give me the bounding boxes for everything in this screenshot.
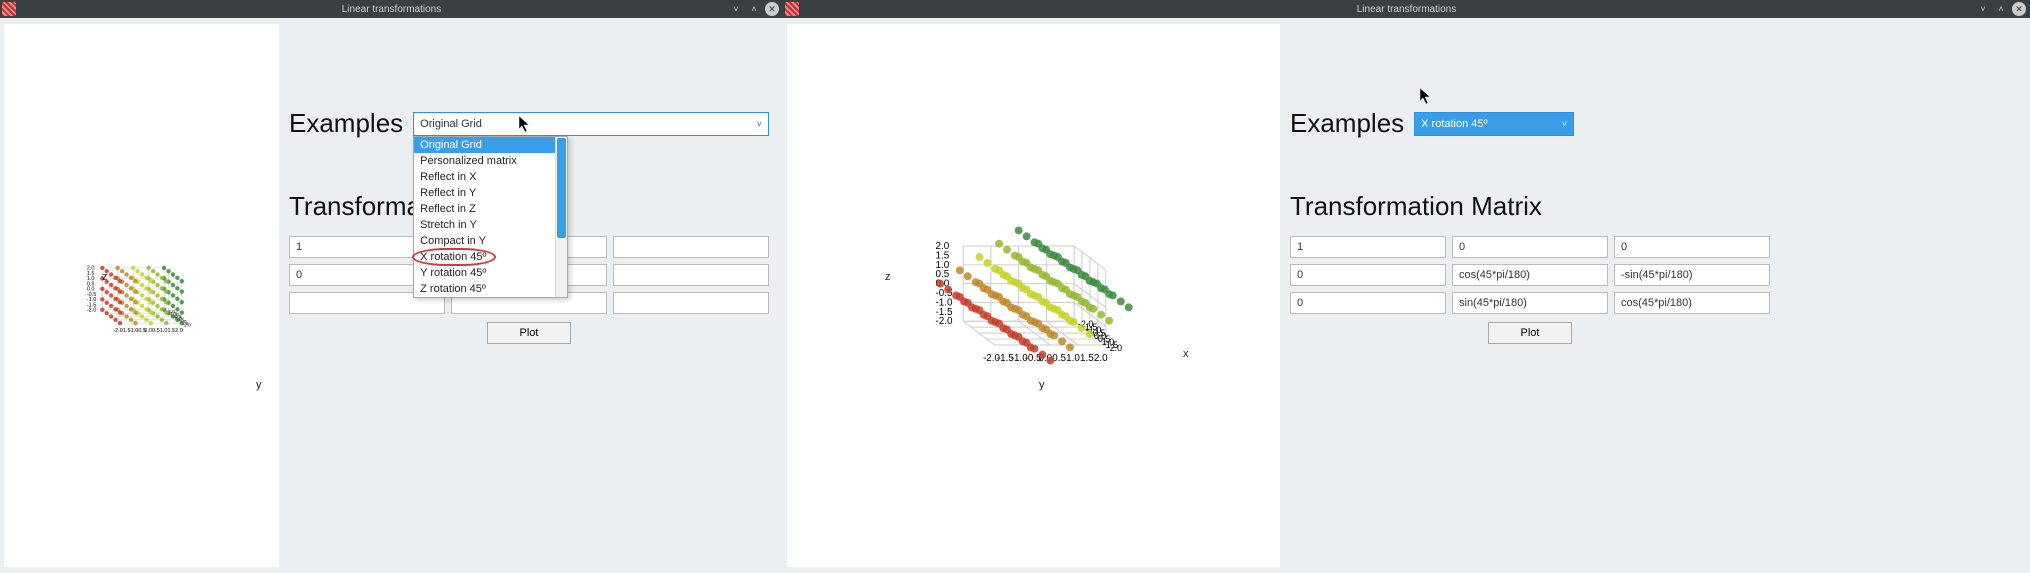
dropdown-option[interactable]: Reflect in Z (414, 201, 555, 217)
control-panel: Examples Original Grid ˅ Original GridPe… (279, 18, 783, 573)
x-axis-label: x (1183, 348, 1189, 360)
examples-heading: Examples (289, 108, 403, 139)
matrix-cell-2-1[interactable] (1452, 292, 1608, 314)
minimize-button[interactable]: ˅ (1976, 2, 1990, 16)
close-button[interactable]: ✕ (2012, 2, 2026, 16)
plot-panel: 2.01.51.00.50.0-0.5-1.0-1.5-2.0-2.0-1.5-… (4, 24, 279, 567)
z-axis-label: z (885, 271, 891, 283)
plot-panel: 2.01.51.00.50.0-0.5-1.0-1.5-2.0-2.0-1.5-… (787, 24, 1280, 567)
svg-text:-2.0: -2.0 (87, 308, 97, 314)
app-icon (2, 2, 16, 16)
svg-text:1.5: 1.5 (167, 328, 175, 334)
svg-text:0.0: 0.0 (144, 328, 152, 334)
examples-dropdown-list[interactable]: Original GridPersonalized matrixReflect … (413, 136, 568, 298)
svg-text:-2.0: -2.0 (935, 316, 953, 327)
matrix-cell-2-2[interactable] (613, 292, 769, 314)
svg-text:0.5: 0.5 (1052, 353, 1066, 364)
svg-text:1.0: 1.0 (1066, 353, 1080, 364)
svg-text:2.0: 2.0 (1094, 353, 1108, 364)
svg-text:2.0: 2.0 (1110, 343, 1122, 353)
examples-heading: Examples (1290, 108, 1404, 139)
matrix-cell-1-1[interactable] (1452, 264, 1608, 286)
dropdown-option[interactable]: X rotation 45º (414, 249, 555, 265)
scatter-3d-original[interactable]: 2.01.51.00.50.0-0.5-1.0-1.5-2.0-2.0-1.5-… (4, 24, 279, 567)
y-axis-label: y (256, 379, 262, 391)
mouse-cursor (1420, 88, 1432, 106)
app-icon (785, 2, 799, 16)
chevron-down-icon: ˅ (1562, 119, 1567, 129)
titlebar[interactable]: Linear transformations ˅ ˄ ✕ (0, 0, 783, 18)
window-left: Linear transformations ˅ ˄ ✕ 2.01.51.00.… (0, 0, 783, 573)
svg-text:1.0: 1.0 (160, 328, 168, 334)
dropdown-option[interactable]: Original Grid (414, 137, 555, 153)
maximize-button[interactable]: ˄ (747, 2, 761, 16)
dropdown-option[interactable]: Z rotation 45º (414, 281, 555, 297)
dropdown-option[interactable]: Y rotation 45º (414, 265, 555, 281)
minimize-button[interactable]: ˅ (729, 2, 743, 16)
matrix-cell-1-2[interactable] (613, 264, 769, 286)
examples-dropdown[interactable]: X rotation 45º ˅ (1414, 112, 1574, 136)
maximize-button[interactable]: ˄ (1994, 2, 2008, 16)
matrix-cell-1-0[interactable] (1290, 264, 1446, 286)
matrix-heading: Transformation Matrix (1290, 191, 1770, 222)
window-title: Linear transformations (0, 4, 783, 15)
window-right: Linear transformations ˅ ˄ ✕ 2.01.51.00.… (783, 0, 2030, 573)
chevron-down-icon: ˅ (757, 119, 762, 129)
dropdown-option[interactable]: Compact in Y (414, 233, 555, 249)
dropdown-scrollbar[interactable] (555, 137, 567, 297)
matrix-cell-0-2[interactable] (613, 236, 769, 258)
dropdown-option[interactable]: Reflect in Y (414, 185, 555, 201)
matrix-grid (1290, 236, 1770, 314)
svg-text:1.5: 1.5 (1080, 353, 1094, 364)
dropdown-option[interactable]: Reflect in X (414, 169, 555, 185)
svg-text:2.0: 2.0 (184, 322, 191, 328)
matrix-cell-2-0[interactable] (1290, 292, 1446, 314)
svg-text:0.5: 0.5 (152, 328, 160, 334)
control-panel: Examples X rotation 45º ˅ Transformation… (1280, 18, 2030, 573)
window-title: Linear transformations (783, 4, 2030, 15)
scatter-3d-rotated[interactable]: 2.01.51.00.50.0-0.5-1.0-1.5-2.0-2.0-1.5-… (787, 24, 1280, 567)
plot-button[interactable]: Plot (1488, 322, 1572, 344)
y-axis-label: y (1039, 379, 1045, 391)
matrix-cell-0-2[interactable] (1614, 236, 1770, 258)
examples-dropdown[interactable]: Original Grid ˅ (413, 112, 769, 136)
svg-text:2.0: 2.0 (175, 328, 183, 334)
combo-value: Original Grid (420, 118, 482, 130)
combo-value: X rotation 45º (1421, 118, 1487, 130)
matrix-cell-2-2[interactable] (1614, 292, 1770, 314)
dropdown-option[interactable]: Personalized matrix (414, 153, 555, 169)
z-axis-label: z (102, 271, 108, 283)
titlebar[interactable]: Linear transformations ˅ ˄ ✕ (783, 0, 2030, 18)
dropdown-option[interactable]: Stretch in Y (414, 217, 555, 233)
matrix-cell-0-0[interactable] (1290, 236, 1446, 258)
plot-button[interactable]: Plot (487, 322, 571, 344)
matrix-cell-0-1[interactable] (1452, 236, 1608, 258)
matrix-cell-1-2[interactable] (1614, 264, 1770, 286)
close-button[interactable]: ✕ (765, 2, 779, 16)
